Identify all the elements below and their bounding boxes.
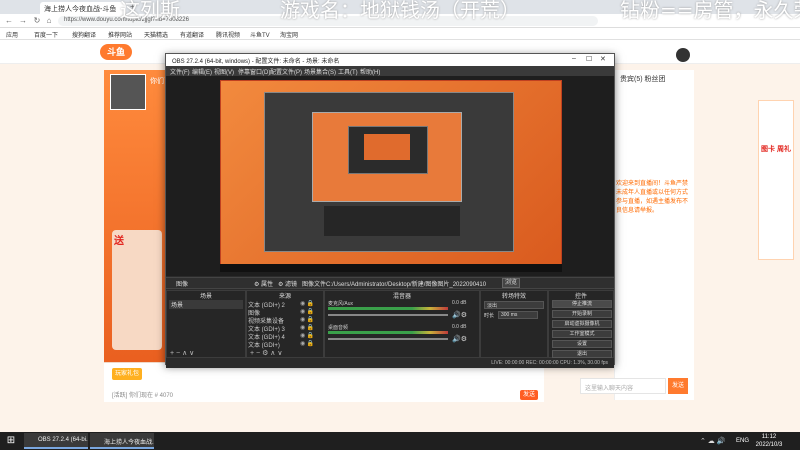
- scene-item[interactable]: 场景: [169, 300, 243, 309]
- source-type-label: 图像: [176, 282, 189, 288]
- bookmark-item[interactable]: 淘宝网: [280, 30, 298, 39]
- menu-profile[interactable]: 配置文件(P): [270, 67, 302, 76]
- visibility-eye-icon[interactable]: ◉ 🔒: [300, 300, 314, 307]
- chat-panel: [614, 70, 694, 400]
- promo-title: 图卡 周礼: [761, 146, 791, 153]
- preview-nested-core: [364, 134, 410, 160]
- close-icon[interactable]: ✕: [600, 55, 606, 63]
- virtual-camera-button[interactable]: 启动虚拟摄像机: [552, 320, 612, 328]
- home-icon[interactable]: ⌂: [44, 16, 54, 26]
- mixer-volume-slider[interactable]: [328, 338, 448, 340]
- mixer-volume-meter: [328, 307, 448, 310]
- stop-streaming-button[interactable]: 停止推流: [552, 300, 612, 308]
- overlay-text: 钻粉==房管，永久荣: [620, 0, 800, 22]
- filters-button[interactable]: ⚙ 滤镜: [278, 279, 297, 288]
- chat-header: 贵宾(5) 粉丝团: [620, 76, 666, 83]
- speaker-icon[interactable]: 🔊⚙: [452, 311, 467, 319]
- forward-icon[interactable]: →: [18, 16, 28, 26]
- chat-send-button[interactable]: 发送: [668, 378, 688, 394]
- streamer-avatar[interactable]: [110, 74, 146, 110]
- start-icon[interactable]: ⊞: [4, 434, 18, 448]
- minimize-icon[interactable]: –: [572, 55, 576, 62]
- mixer-channel-name: 桌面音频: [328, 325, 349, 331]
- player-gift-button[interactable]: 玩家礼包: [112, 368, 142, 380]
- tray-icons[interactable]: ⌃ ☁ 🔊: [700, 437, 725, 445]
- mixer-volume-meter: [328, 331, 448, 334]
- scenes-dock-title: 场景: [199, 294, 212, 300]
- visibility-eye-icon[interactable]: ◉ 🔒: [300, 308, 314, 315]
- menu-file[interactable]: 文件(F): [170, 67, 190, 76]
- clock-time[interactable]: 11:12: [752, 434, 786, 440]
- studio-mode-button[interactable]: 工作室模式: [552, 330, 612, 338]
- duration-label: 时长: [484, 313, 495, 319]
- bookmark-item[interactable]: 腾讯视频: [216, 30, 240, 39]
- user-avatar[interactable]: [676, 48, 690, 62]
- browse-button[interactable]: 浏览: [502, 278, 520, 288]
- add-remove-controls[interactable]: + − ∧ ∨: [170, 349, 194, 357]
- chat-input[interactable]: 这里输入聊天内容: [580, 378, 666, 394]
- bookmark-item[interactable]: 斗鱼TV: [250, 30, 270, 39]
- overlay-text: 这列斯: [120, 0, 180, 22]
- mixer-dock-title: 混音器: [392, 294, 411, 300]
- speaker-icon[interactable]: 🔊⚙: [452, 335, 467, 343]
- mixer-channel-db: 0.0 dB: [452, 324, 467, 330]
- mixer-volume-slider[interactable]: [328, 314, 448, 316]
- source-item[interactable]: 文本 (GDI+): [248, 340, 280, 349]
- clock-date[interactable]: 2022/10/3: [752, 442, 786, 448]
- image-file-label: 图像文件: [302, 282, 327, 288]
- mixer-channel-name: 麦克风/Aux: [328, 301, 354, 307]
- language-indicator[interactable]: ENG: [736, 438, 749, 444]
- menu-view[interactable]: 视图(V): [214, 67, 234, 76]
- settings-button[interactable]: 设置: [552, 340, 612, 348]
- menu-scene-collection[interactable]: 场景集合(S): [304, 67, 336, 76]
- menu-help[interactable]: 帮助(H): [360, 67, 380, 76]
- menu-docks[interactable]: 停靠窗口(D): [238, 67, 270, 76]
- properties-button[interactable]: ⚙ 属性: [254, 279, 273, 288]
- back-icon[interactable]: ←: [4, 16, 14, 26]
- preview-nested-dock: [324, 206, 460, 236]
- gift-panel: [112, 230, 162, 350]
- mixer-channel-db: 0.0 dB: [452, 300, 467, 306]
- controls-dock-title: 控件: [574, 294, 587, 300]
- sources-dock-title: 来源: [278, 294, 291, 300]
- douyu-logo[interactable]: 斗鱼: [100, 44, 132, 60]
- obs-status-bar: LIVE: 00:00:00 REC: 00:00:00 CPU: 1.3%, …: [166, 360, 614, 368]
- preview-taskbar: [220, 264, 562, 272]
- bookmark-item[interactable]: 百度一下: [34, 30, 58, 39]
- gift-title: 送: [114, 236, 124, 247]
- menu-edit[interactable]: 编辑(E): [192, 67, 212, 76]
- chat-notice: 欢迎来到直播间！斗鱼严禁未成年人直播或以任何方式参与直播，如遇主播发布不良信息请…: [616, 181, 689, 214]
- duration-input[interactable]: 300 ms: [498, 311, 538, 319]
- taskbar-app-browser[interactable]: 海上捞人今夜血战...: [90, 433, 154, 449]
- visibility-eye-icon[interactable]: ◉ 🔒: [300, 324, 314, 331]
- browser-tab[interactable]: 海上捞人今夜血战-斗鱼: [40, 2, 126, 14]
- file-path-field[interactable]: C:/Users/Administrator/Desktop/新建/图像图片_2…: [326, 279, 486, 288]
- reload-icon[interactable]: ↻: [32, 16, 42, 26]
- menu-tools[interactable]: 工具(T): [338, 67, 358, 76]
- bookmark-item[interactable]: 搜狗翻译: [72, 30, 96, 39]
- bookmark-item[interactable]: 应用: [6, 30, 18, 39]
- bookmark-item[interactable]: 有道翻译: [180, 30, 204, 39]
- taskbar-app-obs[interactable]: OBS 27.2.4 (64-bi...: [24, 433, 88, 449]
- add-remove-controls[interactable]: + − ⚙ ∧ ∨: [250, 349, 282, 357]
- visibility-eye-icon[interactable]: ◉ 🔒: [300, 332, 314, 339]
- room-info: [活跃] 你们现在 # 4070: [112, 393, 174, 399]
- overlay-game-name: 游戏名：地狱钱汤（开荒）: [280, 0, 520, 22]
- visibility-eye-icon[interactable]: ◉ 🔒: [300, 340, 314, 347]
- visibility-eye-icon[interactable]: ◉ 🔒: [300, 316, 314, 323]
- recharge-button[interactable]: 发送: [520, 390, 538, 400]
- transition-select[interactable]: 淡出: [484, 301, 544, 309]
- bookmark-item[interactable]: 推荐网站: [108, 30, 132, 39]
- transitions-dock-title: 转场特效: [501, 294, 526, 300]
- obs-title-bar: OBS 27.2.4 (64-bit, windows) - 配置文件: 未命名…: [166, 54, 614, 66]
- start-recording-button[interactable]: 开始录制: [552, 310, 612, 318]
- bookmark-item[interactable]: 天猫精选: [144, 30, 168, 39]
- exit-button[interactable]: 退出: [552, 350, 612, 358]
- promo-banner[interactable]: [758, 100, 794, 260]
- maximize-icon[interactable]: ☐: [586, 55, 592, 63]
